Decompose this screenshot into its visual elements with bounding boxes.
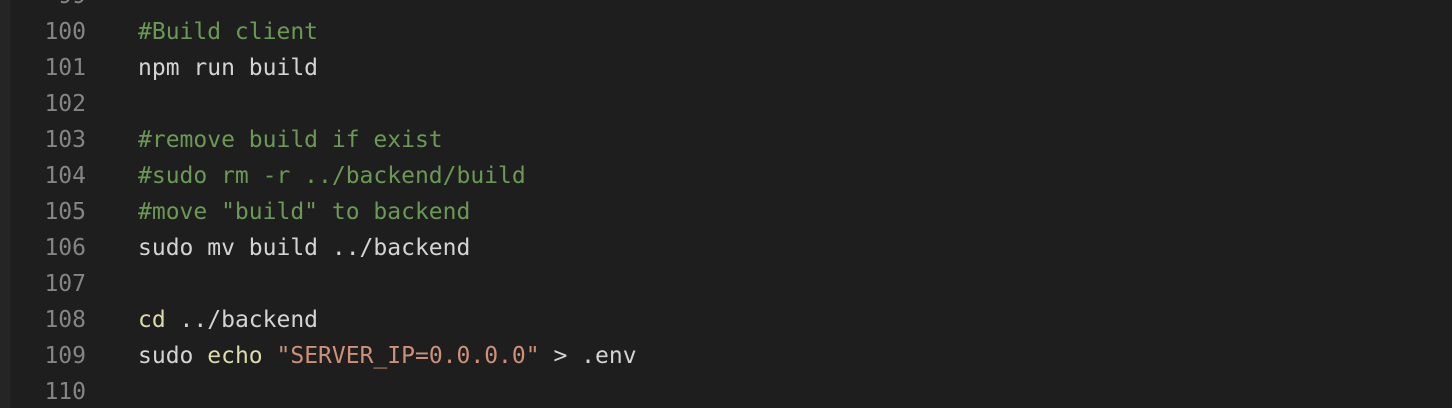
- code-token-comment: #sudo rm -r ../backend/build: [138, 163, 526, 189]
- line-code: #sudo rm -r ../backend/build: [138, 158, 526, 194]
- line-number: 100: [44, 19, 86, 45]
- code-editor[interactable]: 99 100 #Build client 101 npm run build 102 103…: [0, 0, 1452, 408]
- code-token-plain: ../backend: [165, 307, 319, 333]
- line-code: #move "build" to backend: [138, 194, 470, 230]
- line-code: npm run build: [138, 50, 318, 86]
- line-number: 105: [44, 199, 86, 225]
- line-code: sudo echo "SERVER_IP=0.0.0.0" > .env: [138, 338, 637, 374]
- code-line[interactable]: 109 sudo echo "SERVER_IP=0.0.0.0" > .env: [0, 338, 1452, 374]
- code-token-comment: #move "build" to backend: [138, 199, 471, 225]
- line-number: 103: [44, 127, 86, 153]
- code-token-plain: > .env: [539, 343, 637, 369]
- code-line[interactable]: 101 npm run build: [0, 50, 1452, 86]
- code-line[interactable]: 105 #move "build" to backend: [0, 194, 1452, 230]
- code-line[interactable]: 108 cd ../backend: [0, 302, 1452, 338]
- line-number: 99: [10, 0, 86, 14]
- line-number: 106: [44, 235, 86, 261]
- code-line[interactable]: 110: [0, 374, 1452, 408]
- code-token-comment: #Build client: [138, 19, 319, 45]
- code-token-plain: sudo: [138, 343, 208, 369]
- code-line[interactable]: 102: [0, 86, 1452, 122]
- line-code: #remove build if exist: [138, 122, 443, 158]
- line-number: 104: [44, 163, 86, 189]
- line-number: 110: [44, 379, 86, 405]
- code-line[interactable]: 107: [0, 266, 1452, 302]
- line-code: sudo mv build ../backend: [138, 230, 470, 266]
- line-code: cd ../backend: [138, 302, 318, 338]
- code-token-comment: #remove build if exist: [138, 127, 443, 153]
- line-number: 102: [44, 91, 86, 117]
- code-token-builtin: echo: [207, 343, 263, 369]
- code-line[interactable]: 99: [0, 0, 1452, 14]
- code-lines: 99 100 #Build client 101 npm run build 102 103…: [0, 0, 1452, 408]
- line-number: 101: [44, 55, 86, 81]
- code-line[interactable]: 106 sudo mv build ../backend: [0, 230, 1452, 266]
- code-token-plain: sudo mv build ../backend: [138, 235, 471, 261]
- code-line[interactable]: 103 #remove build if exist: [0, 122, 1452, 158]
- code-token-string: "SERVER_IP=0.0.0.0": [276, 343, 540, 369]
- line-number: 107: [44, 271, 86, 297]
- code-line[interactable]: 100 #Build client: [0, 14, 1452, 50]
- line-number: 108: [44, 307, 86, 333]
- line-code: #Build client: [138, 14, 318, 50]
- line-number: 109: [44, 343, 86, 369]
- code-token-plain: npm run build: [138, 55, 319, 81]
- code-line[interactable]: 104 #sudo rm -r ../backend/build: [0, 158, 1452, 194]
- code-token-builtin: cd: [138, 307, 166, 333]
